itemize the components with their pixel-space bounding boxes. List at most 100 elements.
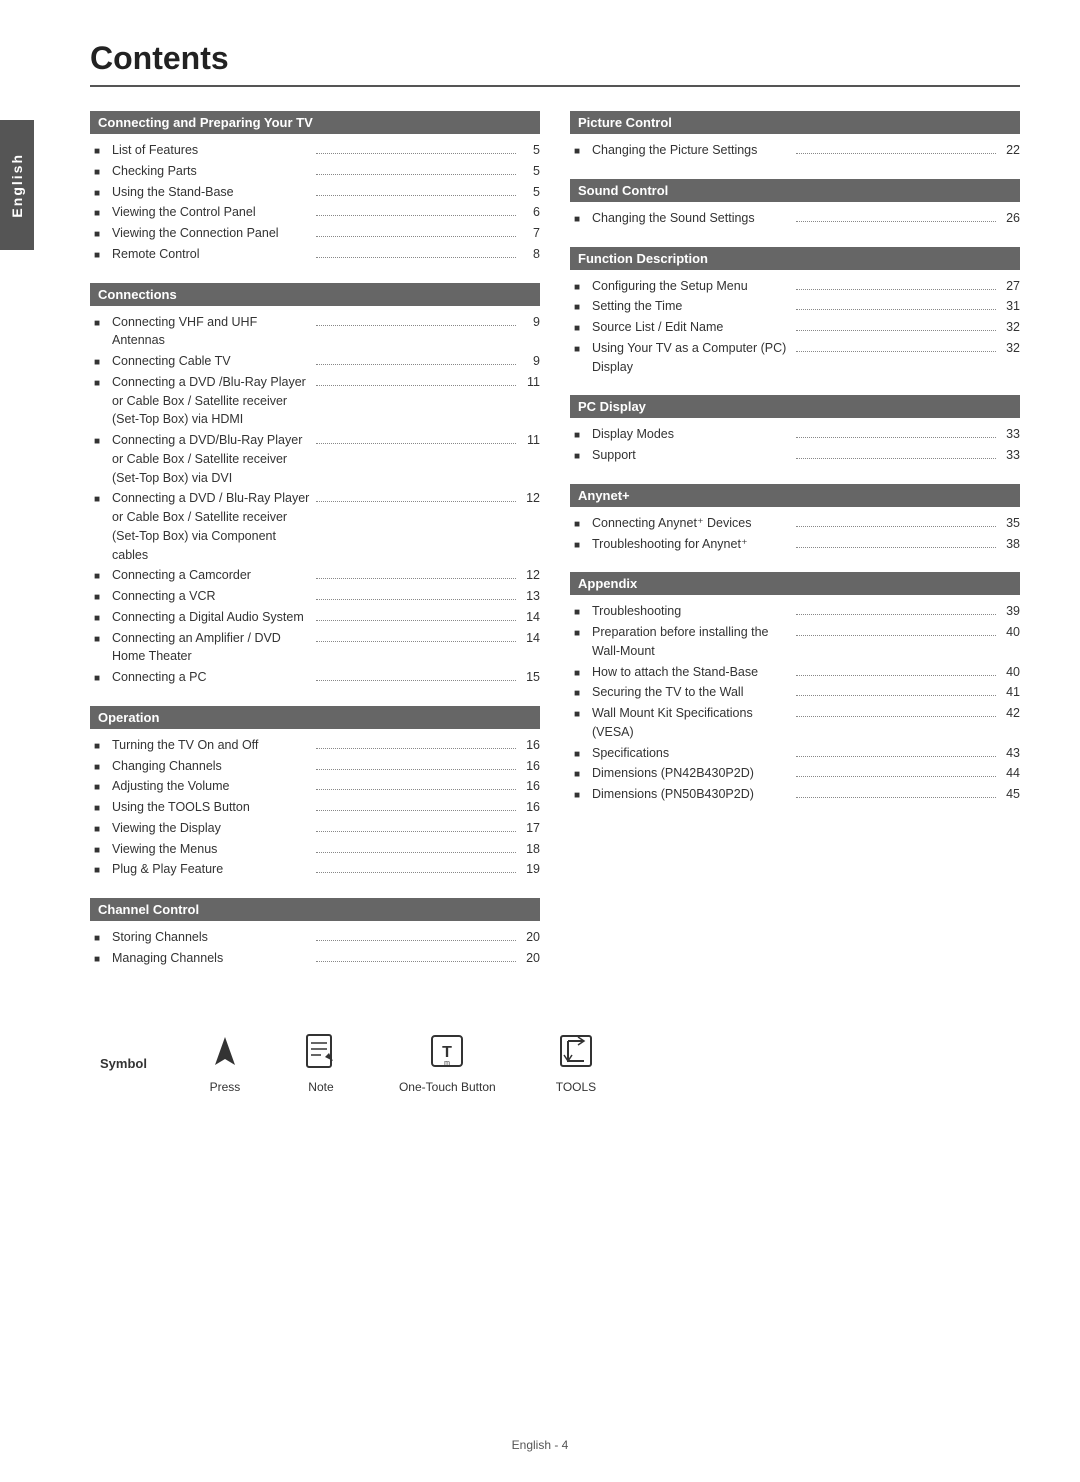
toc-page: 33	[1000, 425, 1020, 444]
toc-item: ■Display Modes33	[570, 424, 1020, 445]
toc-text: Checking Parts	[112, 162, 312, 181]
toc-dots	[316, 385, 516, 386]
toc-text: Troubleshooting	[592, 602, 792, 621]
toc-page: 17	[520, 819, 540, 838]
toc-item: ■Securing the TV to the Wall41	[570, 682, 1020, 703]
toc-item: ■Connecting a DVD /Blu-Ray Player or Cab…	[90, 372, 540, 430]
toc-bullet: ■	[574, 686, 588, 701]
toc-bullet: ■	[94, 144, 108, 159]
toc-page: 19	[520, 860, 540, 879]
toc-dots	[316, 153, 516, 154]
toc-list-1: ■Connecting VHF and UHF Antennas9■Connec…	[90, 312, 540, 692]
toc-dots	[316, 789, 516, 790]
toc-dots	[796, 309, 996, 310]
toc-list-5: ■Troubleshooting39■Preparation before in…	[570, 601, 1020, 809]
tools-icon	[558, 1033, 594, 1074]
toc-bullet: ■	[574, 767, 588, 782]
toc-page: 20	[520, 949, 540, 968]
toc-page: 16	[520, 777, 540, 796]
toc-page: 16	[520, 798, 540, 817]
toc-list-3: ■Display Modes33■Support33	[570, 424, 1020, 470]
toc-page: 14	[520, 608, 540, 627]
press-caption: Press	[210, 1080, 241, 1094]
toc-item: ■Viewing the Connection Panel7	[90, 223, 540, 244]
toc-bullet: ■	[574, 707, 588, 722]
toc-dots	[316, 364, 516, 365]
toc-page: 42	[1000, 704, 1020, 723]
toc-bullet: ■	[94, 632, 108, 647]
toc-text: Plug & Play Feature	[112, 860, 312, 879]
note-caption: Note	[308, 1080, 333, 1094]
toc-text: Connecting VHF and UHF Antennas	[112, 313, 312, 351]
toc-text: Using Your TV as a Computer (PC) Display	[592, 339, 792, 377]
toc-page: 5	[520, 141, 540, 160]
symbol-press: Press	[207, 1033, 243, 1094]
toc-item: ■Setting the Time31	[570, 296, 1020, 317]
toc-item: ■Plug & Play Feature19	[90, 859, 540, 880]
toc-text: Configuring the Setup Menu	[592, 277, 792, 296]
page-title: Contents	[90, 40, 1020, 87]
symbol-one-touch: T m One-Touch Button	[399, 1033, 496, 1094]
toc-dots	[316, 961, 516, 962]
toc-dots	[316, 620, 516, 621]
toc-text: Connecting Cable TV	[112, 352, 312, 371]
toc-item: ■Changing the Picture Settings22	[570, 140, 1020, 161]
toc-dots	[316, 501, 516, 502]
toc-page: 5	[520, 183, 540, 202]
page-footer: English - 4	[0, 1438, 1080, 1452]
toc-text: Storing Channels	[112, 928, 312, 947]
toc-dots	[316, 443, 516, 444]
toc-item: ■Connecting a VCR13	[90, 586, 540, 607]
toc-page: 15	[520, 668, 540, 687]
toc-page: 18	[520, 840, 540, 859]
toc-bullet: ■	[94, 780, 108, 795]
toc-bullet: ■	[94, 492, 108, 507]
toc-bullet: ■	[94, 316, 108, 331]
toc-item: ■Dimensions (PN42B430P2D)44	[570, 763, 1020, 784]
toc-item: ■Viewing the Menus18	[90, 839, 540, 860]
toc-dots	[796, 756, 996, 757]
toc-dots	[796, 797, 996, 798]
toc-page: 32	[1000, 339, 1020, 358]
toc-text: Remote Control	[112, 245, 312, 264]
toc-dots	[796, 458, 996, 459]
toc-bullet: ■	[94, 671, 108, 686]
toc-page: 35	[1000, 514, 1020, 533]
toc-item: ■Connecting Anynet⁺ Devices35	[570, 513, 1020, 534]
toc-dots	[316, 748, 516, 749]
toc-dots	[796, 526, 996, 527]
toc-item: ■Connecting a Camcorder12	[90, 565, 540, 586]
toc-text: Setting the Time	[592, 297, 792, 316]
toc-dots	[316, 599, 516, 600]
toc-text: Viewing the Control Panel	[112, 203, 312, 222]
toc-bullet: ■	[94, 931, 108, 946]
toc-dots	[316, 940, 516, 941]
toc-text: Adjusting the Volume	[112, 777, 312, 796]
toc-bullet: ■	[574, 538, 588, 553]
toc-text: Support	[592, 446, 792, 465]
toc-list-1: ■Changing the Sound Settings26	[570, 208, 1020, 233]
toc-page: 20	[520, 928, 540, 947]
toc-text: Viewing the Display	[112, 819, 312, 838]
toc-bullet: ■	[94, 822, 108, 837]
toc-dots	[316, 680, 516, 681]
toc-page: 14	[520, 629, 540, 648]
toc-page: 44	[1000, 764, 1020, 783]
toc-page: 40	[1000, 623, 1020, 642]
symbol-note: Note	[303, 1033, 339, 1094]
press-icon	[207, 1033, 243, 1074]
toc-page: 27	[1000, 277, 1020, 296]
toc-text: Changing the Sound Settings	[592, 209, 792, 228]
side-tab: English	[0, 120, 34, 250]
toc-page: 9	[520, 352, 540, 371]
toc-dots	[316, 810, 516, 811]
toc-list-3: ■Storing Channels20■Managing Channels20	[90, 927, 540, 973]
toc-page: 7	[520, 224, 540, 243]
toc-item: ■Dimensions (PN50B430P2D)45	[570, 784, 1020, 805]
section-header-3: PC Display	[570, 395, 1020, 418]
toc-dots	[316, 174, 516, 175]
toc-page: 33	[1000, 446, 1020, 465]
toc-bullet: ■	[94, 376, 108, 391]
toc-dots	[796, 614, 996, 615]
toc-text: Connecting a DVD/Blu-Ray Player or Cable…	[112, 431, 312, 487]
